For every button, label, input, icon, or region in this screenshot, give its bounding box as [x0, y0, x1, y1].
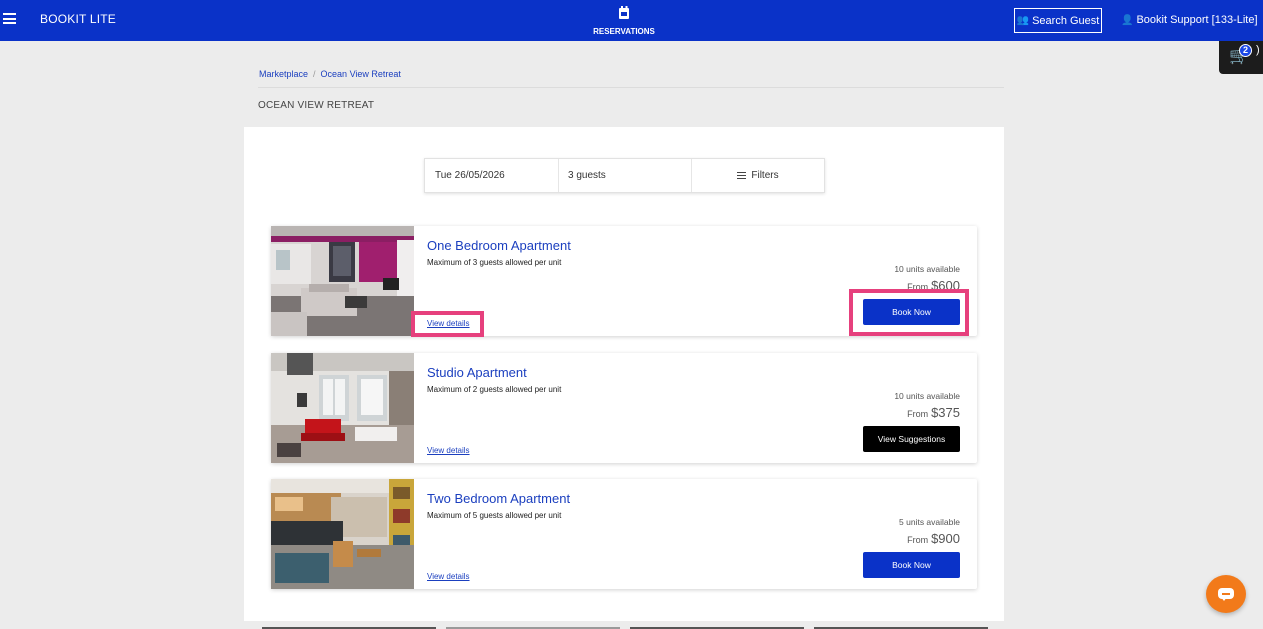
- view-details-link[interactable]: View details: [427, 319, 470, 328]
- app-brand[interactable]: BOOKIT LITE: [40, 12, 116, 26]
- listing-capacity: Maximum of 5 guests allowed per unit: [427, 511, 562, 520]
- top-navbar: BOOKIT LITE RESERVATIONS 👥 Search Guest …: [0, 0, 1263, 41]
- view-details-link[interactable]: View details: [427, 572, 470, 581]
- view-suggestions-button[interactable]: View Suggestions: [863, 426, 960, 452]
- listing-price: From $600: [907, 278, 960, 293]
- price-prefix: From: [907, 282, 929, 292]
- divider: [258, 87, 1004, 88]
- breadcrumb-current[interactable]: Ocean View Retreat: [321, 69, 401, 79]
- chat-button[interactable]: [1206, 575, 1246, 613]
- breadcrumb-separator: /: [313, 69, 316, 79]
- view-details-link[interactable]: View details: [427, 446, 470, 455]
- guests-selector[interactable]: 3 guests: [559, 159, 692, 192]
- breadcrumb: Marketplace / Ocean View Retreat: [259, 69, 401, 79]
- availability-search-bar: Tue 26/05/2026 3 guests Filters: [424, 158, 825, 193]
- listing-price: From $900: [907, 531, 960, 546]
- listing-panel: Tue 26/05/2026 3 guests Filters One Bedr…: [244, 127, 1004, 621]
- filters-icon: [737, 170, 747, 181]
- calendar-icon: [619, 6, 629, 19]
- listing-title[interactable]: Two Bedroom Apartment: [427, 491, 570, 506]
- search-guest-button[interactable]: 👥 Search Guest: [1014, 8, 1102, 33]
- date-picker[interactable]: Tue 26/05/2026: [425, 159, 559, 192]
- price-prefix: From: [907, 409, 929, 419]
- cart-count-badge: 2: [1239, 44, 1252, 57]
- cart-paren: ): [1256, 44, 1260, 56]
- menu-icon[interactable]: [3, 13, 16, 24]
- listing-price: From $375: [907, 405, 960, 420]
- listing-capacity: Maximum of 3 guests allowed per unit: [427, 258, 562, 267]
- book-now-button[interactable]: Book Now: [863, 299, 960, 325]
- price-value: $600: [931, 278, 960, 293]
- units-available: 10 units available: [894, 391, 960, 401]
- book-now-button[interactable]: Book Now: [863, 552, 960, 578]
- breadcrumb-marketplace[interactable]: Marketplace: [259, 69, 308, 79]
- cart-button[interactable]: 🛒 2 ): [1219, 41, 1263, 74]
- listing-capacity: Maximum of 2 guests allowed per unit: [427, 385, 562, 394]
- units-available: 5 units available: [899, 517, 960, 527]
- users-icon: 👥: [1016, 15, 1030, 26]
- listing-card: Two Bedroom Apartment Maximum of 5 guest…: [271, 479, 977, 589]
- filters-button[interactable]: Filters: [692, 159, 824, 192]
- filters-label: Filters: [751, 170, 779, 181]
- listing-photo-living-room[interactable]: [271, 226, 414, 336]
- search-guest-label: Search Guest: [1032, 14, 1100, 27]
- listing-photo-studio[interactable]: [271, 353, 414, 463]
- listing-card: One Bedroom Apartment Maximum of 3 guest…: [271, 226, 977, 336]
- listing-title[interactable]: One Bedroom Apartment: [427, 238, 571, 253]
- listing-title[interactable]: Studio Apartment: [427, 365, 527, 380]
- page-title: OCEAN VIEW RETREAT: [258, 100, 375, 111]
- listing-photo-kitchen[interactable]: [271, 479, 414, 589]
- user-menu[interactable]: 👤 Bookit Support [133-Lite]: [1121, 14, 1258, 26]
- price-prefix: From: [907, 535, 929, 545]
- units-available: 10 units available: [894, 264, 960, 274]
- user-gear-icon: 👤: [1121, 14, 1134, 26]
- chat-icon: [1218, 588, 1234, 601]
- price-value: $900: [931, 531, 960, 546]
- nav-reservations[interactable]: RESERVATIONS: [584, 6, 664, 36]
- price-value: $375: [931, 405, 960, 420]
- listing-card: Studio Apartment Maximum of 2 guests all…: [271, 353, 977, 463]
- nav-reservations-label: RESERVATIONS: [593, 27, 655, 36]
- user-menu-label: Bookit Support [133-Lite]: [1136, 14, 1258, 26]
